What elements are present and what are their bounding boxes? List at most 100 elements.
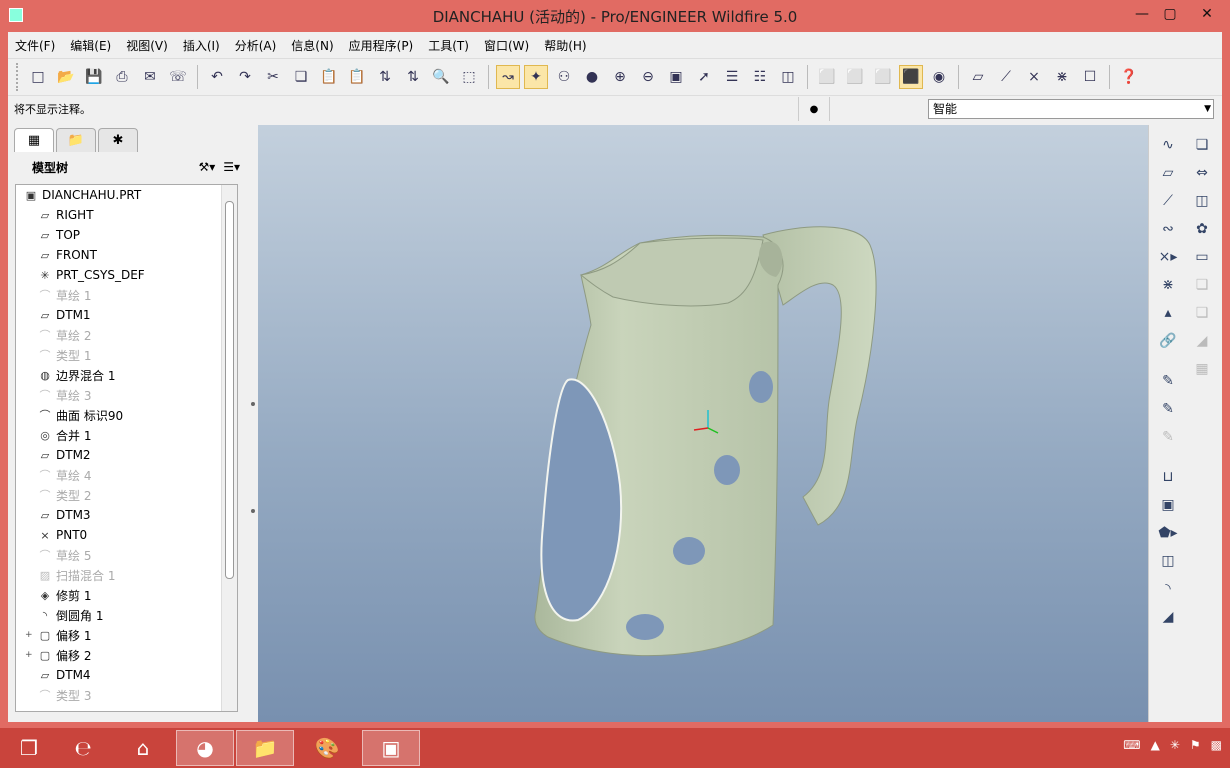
tree-item[interactable]: ⌒ 草绘 1 [16,285,237,305]
graphics-window[interactable] [258,125,1148,722]
spin-center-icon[interactable]: ↝ [496,65,520,89]
paste-special-icon[interactable]: 📋 [345,65,369,89]
ie-icon[interactable]: ℮ [54,730,112,766]
zoom-in-icon[interactable]: ⊕ [608,65,632,89]
pattern-icon[interactable]: ▦ [1189,355,1215,383]
menu-file[interactable]: 文件(F) [14,35,56,56]
tray-arrow-icon[interactable]: ▲ [1151,738,1160,752]
tree-scrollbar[interactable] [221,185,237,711]
refit-icon[interactable]: ▣ [664,65,688,89]
tree-item[interactable]: ▱ DTM2 [16,445,237,465]
menu-applications[interactable]: 应用程序(P) [348,35,415,56]
select-box-icon[interactable]: ⬚ [457,65,481,89]
tree-item[interactable]: ◈ 修剪 1 [16,585,237,605]
enhanced-realism-icon[interactable]: ◉ [927,65,951,89]
network-icon[interactable]: ▩ [1211,738,1222,752]
tree-item[interactable]: ◝ 倒圆角 1 [16,605,237,625]
tree-item[interactable]: ⌒ 草绘 2 [16,325,237,345]
csys-display-icon[interactable]: ⋇ [1050,65,1074,89]
revolve-icon[interactable]: ▣ [1155,491,1181,519]
paste-icon[interactable]: 📋 [317,65,341,89]
datum-plane-icon[interactable]: ▱ [1155,159,1181,187]
sketched-curve-icon[interactable]: ∿ [1155,131,1181,159]
tree-item[interactable]: ▱ DTM3 [16,505,237,525]
datum-point-icon[interactable]: ×▸ [1155,243,1181,271]
cut-icon[interactable]: ✂ [261,65,285,89]
menu-window[interactable]: 窗口(W) [483,35,530,56]
home-icon[interactable]: ⌂ [114,730,172,766]
new-icon[interactable]: □ [26,65,50,89]
axis-display-icon[interactable]: ⟋ [994,65,1018,89]
no-hidden-icon[interactable]: ⬜ [871,65,895,89]
tree-item[interactable]: ▣ DIANCHAHU.PRT [16,185,237,205]
sketch-on-surface-icon[interactable]: ✎ [1155,395,1181,423]
tree-item[interactable]: ◎ 合并 1 [16,425,237,445]
regenerate-icon[interactable]: ⇅ [373,65,397,89]
send-mail-icon[interactable]: ✉ [138,65,162,89]
windows-start-icon[interactable]: ❐ [0,730,58,766]
tab-favorites[interactable]: ✱ [98,128,138,152]
tree-item[interactable]: ⌒ 草绘 3 [16,385,237,405]
boundary-blend-tool-icon[interactable]: ◫ [1189,187,1215,215]
tree-item[interactable]: ▱ DTM4 [16,665,237,685]
saved-views-icon[interactable]: ☰ [720,65,744,89]
layers-icon[interactable]: ☷ [748,65,772,89]
scrollbar-thumb[interactable] [225,201,234,579]
menu-edit[interactable]: 编辑(E) [69,35,112,56]
regen-manager-icon[interactable]: ⇅ [401,65,425,89]
freestyle-icon[interactable]: ▭ [1189,243,1215,271]
browser-icon[interactable]: ◕ [176,730,234,766]
file-explorer-icon[interactable]: 📁 [236,730,294,766]
tree-item[interactable]: ⌒ 类型 3 [16,685,237,705]
sketch-icon[interactable]: ✎ [1155,367,1181,395]
open-icon[interactable]: 📂 [54,65,78,89]
toolbar-grip[interactable] [16,63,20,91]
undo-icon[interactable]: ↶ [205,65,229,89]
chevron-down-icon[interactable]: ▼ [1204,100,1211,118]
tab-model-tree[interactable]: ▦ [14,128,54,152]
plane-display-icon[interactable]: ▱ [966,65,990,89]
appearance-icon[interactable]: ● [580,65,604,89]
tree-show-icon[interactable]: ☰▾ [223,160,240,174]
find-icon[interactable]: 🔍 [429,65,453,89]
view-manager-icon[interactable]: ⚇ [552,65,576,89]
tree-item[interactable]: + ▢ 偏移 2 [16,645,237,665]
tree-item[interactable]: ✳ PRT_CSYS_DEF [16,265,237,285]
reorient-icon[interactable]: ➚ [692,65,716,89]
tab-folder-browser[interactable]: 📁 [56,128,96,152]
zoom-out-icon[interactable]: ⊖ [636,65,660,89]
orient-mode-icon[interactable]: ✦ [524,65,548,89]
menu-analysis[interactable]: 分析(A) [234,35,278,56]
tree-settings-icon[interactable]: ⚒▾ [198,160,215,174]
menu-help[interactable]: 帮助(H) [543,35,587,56]
menu-tools[interactable]: 工具(T) [427,35,470,56]
paint-icon[interactable]: 🎨 [298,730,356,766]
close-button[interactable]: ✕ [1184,0,1230,28]
extend-icon[interactable]: ◢ [1189,327,1215,355]
tree-item[interactable]: ⌒ 曲面 标识90 [16,405,237,425]
copy-icon[interactable]: ❏ [289,65,313,89]
maximize-button[interactable]: ▢ [1156,0,1184,28]
tree-item[interactable]: ◍ 边界混合 1 [16,365,237,385]
tree-item[interactable]: + ▢ 偏移 1 [16,625,237,645]
sweep-icon[interactable]: ⬟▸ [1155,519,1181,547]
tree-item[interactable]: ⌒ 类型 1 [16,345,237,365]
datum-axis-icon[interactable]: ⟋ [1155,187,1181,215]
mirror-icon[interactable]: ⇔ [1189,159,1215,187]
annotation-display-icon[interactable]: ☐ [1078,65,1102,89]
datum-curve-icon[interactable]: ∾ [1155,215,1181,243]
view-display-icon[interactable]: ◫ [776,65,800,89]
menu-view[interactable]: 视图(V) [125,35,169,56]
antivirus-icon[interactable]: ✳ [1170,738,1180,752]
send-link-icon[interactable]: ☏ [166,65,190,89]
copy-sketch-icon[interactable]: ✎ [1155,423,1181,451]
flag-icon[interactable]: ⚑ [1190,738,1201,752]
shading-icon[interactable]: ⬛ [899,65,923,89]
redo-icon[interactable]: ↷ [233,65,257,89]
csys-tool-icon[interactable]: ⋇ [1155,271,1181,299]
expand-icon[interactable]: + [25,630,33,640]
tree-item[interactable]: ▱ FRONT [16,245,237,265]
tree-item[interactable]: ⌒ 草绘 5 [16,545,237,565]
minimize-button[interactable]: — [1128,0,1156,28]
context-help-icon[interactable]: ❓ [1117,65,1141,89]
